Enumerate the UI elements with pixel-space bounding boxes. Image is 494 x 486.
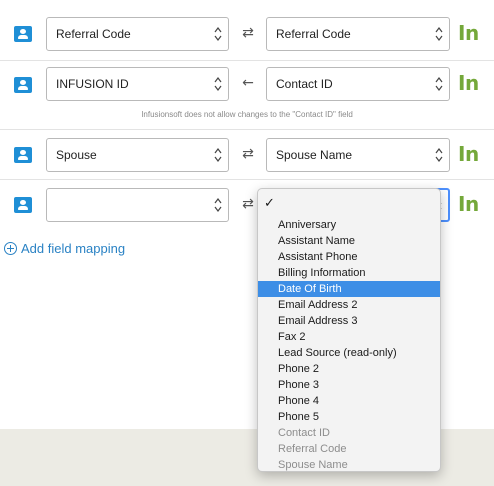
add-field-mapping-label: Add field mapping: [21, 241, 126, 256]
dropdown-option-highlighted[interactable]: Date Of Birth: [258, 281, 440, 297]
source-field-select[interactable]: INFUSION ID: [46, 67, 229, 101]
target-field-value: Spouse Name: [276, 148, 353, 162]
updown-chevron-icon: [214, 77, 222, 91]
contact-id-note: Infusionsoft does not allow changes to t…: [141, 110, 353, 119]
contact-card-icon: [14, 197, 32, 213]
dropdown-option[interactable]: Lead Source (read-only): [258, 345, 440, 361]
infusionsoft-logo: In: [458, 142, 479, 166]
bidirectional-arrows-icon: ⇄: [242, 196, 254, 212]
add-field-mapping-link[interactable]: Add field mapping: [4, 241, 125, 256]
dropdown-option[interactable]: Phone 3: [258, 377, 440, 393]
contact-card-icon: [14, 147, 32, 163]
target-field-select[interactable]: Referral Code: [266, 17, 450, 51]
dropdown-option[interactable]: Assistant Name: [258, 233, 440, 249]
target-field-value: Referral Code: [276, 27, 351, 41]
dropdown-option-disabled: Contact ID: [278, 427, 330, 439]
target-field-select[interactable]: Spouse Name: [266, 138, 450, 172]
mapping-row: Referral Code ⇄ Referral Code In: [0, 9, 494, 59]
source-field-select[interactable]: Referral Code: [46, 17, 229, 51]
plus-circle-icon: [4, 242, 17, 255]
contact-card-icon: [14, 26, 32, 42]
source-field-value: Spouse: [56, 148, 97, 162]
infusionsoft-logo: In: [458, 71, 479, 95]
field-dropdown-menu: ✓ Anniversary Assistant Name Assistant P…: [257, 188, 441, 472]
dropdown-option[interactable]: Email Address 2: [258, 297, 440, 313]
bidirectional-arrows-icon: ⇄: [242, 25, 254, 41]
contact-card-icon: [14, 77, 32, 93]
mapping-row: Spouse ⇄ Spouse Name In: [0, 130, 494, 180]
updown-chevron-icon: [214, 27, 222, 41]
infusionsoft-logo: In: [458, 21, 479, 45]
dropdown-option[interactable]: Fax 2: [258, 329, 440, 345]
source-field-value: INFUSION ID: [56, 77, 129, 91]
dropdown-option[interactable]: Anniversary: [258, 217, 440, 233]
dropdown-option[interactable]: Phone 5: [258, 409, 440, 425]
dropdown-option-disabled: Spouse Name: [278, 459, 348, 471]
target-field-value: Contact ID: [276, 77, 333, 91]
infusionsoft-logo: In: [458, 192, 479, 216]
left-arrow-icon: ←: [242, 75, 254, 91]
target-field-select[interactable]: Contact ID: [266, 67, 450, 101]
updown-chevron-icon: [435, 148, 443, 162]
dropdown-option-disabled: Referral Code: [278, 443, 347, 455]
source-field-select[interactable]: [46, 188, 229, 222]
updown-chevron-icon: [214, 198, 222, 212]
updown-chevron-icon: [214, 148, 222, 162]
updown-chevron-icon: [435, 27, 443, 41]
bidirectional-arrows-icon: ⇄: [242, 146, 254, 162]
mapping-row: INFUSION ID ← Contact ID In: [0, 59, 494, 109]
updown-chevron-icon: [435, 77, 443, 91]
checkmark-icon[interactable]: ✓: [258, 193, 440, 217]
dropdown-option[interactable]: Billing Information: [258, 265, 440, 281]
dropdown-option[interactable]: Email Address 3: [258, 313, 440, 329]
dropdown-option[interactable]: Phone 2: [258, 361, 440, 377]
dropdown-option[interactable]: Phone 4: [258, 393, 440, 409]
source-field-value: Referral Code: [56, 27, 131, 41]
dropdown-option[interactable]: Assistant Phone: [258, 249, 440, 265]
source-field-select[interactable]: Spouse: [46, 138, 229, 172]
